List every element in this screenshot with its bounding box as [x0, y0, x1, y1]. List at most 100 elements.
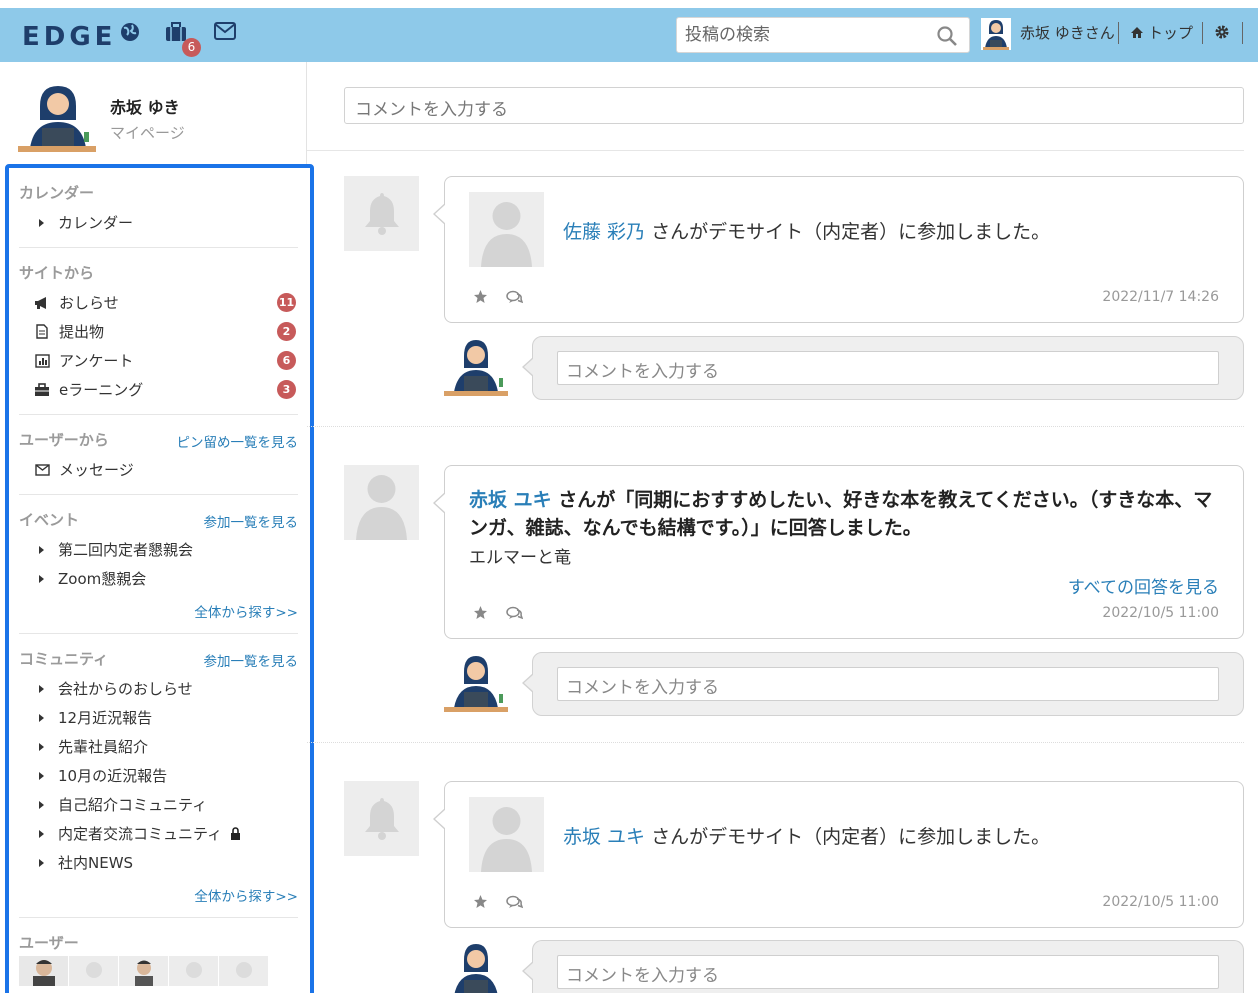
post-date: 2022/11/7 14:26 — [1102, 289, 1219, 305]
sidebar-item-submissions[interactable]: 提出物 2 — [19, 317, 298, 346]
item-label: おしらせ — [59, 294, 119, 312]
divider — [1202, 22, 1203, 44]
comment-input[interactable]: コメントを入力する — [557, 667, 1219, 701]
count-badge: 2 — [277, 322, 296, 341]
user-thumbnail[interactable] — [219, 956, 269, 986]
community-item[interactable]: 社内NEWS — [19, 848, 298, 877]
profile-avatar[interactable] — [18, 84, 96, 152]
star-icon[interactable] — [473, 894, 488, 913]
comment-icon[interactable] — [506, 605, 524, 624]
post-message: さんが「同期におすすめしたい、好きな本を教えてください。（すきな本、マンガ、雑誌… — [469, 489, 1213, 539]
event-item[interactable]: Zoom懇親会 — [19, 564, 298, 593]
globe-icon[interactable] — [120, 22, 142, 44]
comment-bubble: コメントを入力する — [522, 336, 1244, 400]
mypage-link[interactable]: マイページ — [110, 122, 185, 143]
community-item[interactable]: 会社からのおしらせ — [19, 674, 298, 703]
search-icon[interactable] — [937, 26, 957, 50]
sidebar-item-survey[interactable]: アンケート 6 — [19, 346, 298, 375]
comment-input[interactable]: コメントを入力する — [344, 87, 1244, 124]
user-link[interactable]: 佐藤 彩乃 — [563, 221, 645, 243]
sidebar-item-elearning[interactable]: eラーニング 3 — [19, 375, 298, 404]
item-label: 10月の近況報告 — [58, 767, 168, 785]
caret-right-icon — [39, 742, 44, 751]
community-item[interactable]: 10月の近況報告 — [19, 761, 298, 790]
briefcase-icon — [33, 382, 51, 397]
logo[interactable]: EDGE — [22, 22, 116, 52]
calendar-section: カレンダー カレンダー — [19, 168, 298, 248]
sidebar-item-notice[interactable]: おしらせ 11 — [19, 288, 298, 317]
post-actions — [473, 289, 524, 308]
count-badge: 11 — [277, 293, 296, 312]
item-label: eラーニング — [59, 381, 144, 399]
caret-right-icon — [39, 858, 44, 867]
megaphone-icon — [33, 296, 51, 310]
caret-right-icon — [39, 684, 44, 693]
caret-right-icon — [39, 771, 44, 780]
user-thumbnail[interactable] — [169, 956, 219, 986]
caret-right-icon — [39, 713, 44, 722]
top-header: EDGE 6 赤坂 ゆきさん トップ — [0, 0, 1258, 62]
notification-bell-icon — [344, 176, 419, 251]
community-participation-link[interactable]: 参加一覧を見る — [204, 650, 299, 670]
divider — [307, 742, 1244, 743]
section-title: サイトから — [19, 264, 95, 282]
divider — [1118, 22, 1119, 44]
default-avatar[interactable] — [469, 797, 544, 872]
user-thumbnail[interactable] — [119, 956, 169, 986]
comment-icon[interactable] — [506, 894, 524, 913]
user-thumbnail[interactable] — [69, 956, 119, 986]
community-search-all-link[interactable]: 全体から探す>> — [19, 877, 298, 917]
community-item[interactable]: 先輩社員紹介 — [19, 732, 298, 761]
comment-bubble: コメントを入力する — [522, 940, 1244, 993]
sidebar-item-calendar[interactable]: カレンダー — [19, 208, 298, 237]
item-label: 会社からのおしらせ — [58, 680, 193, 698]
pinned-list-link[interactable]: ピン留め一覧を見る — [177, 431, 299, 451]
sidebar-item-message[interactable]: メッセージ — [19, 455, 298, 484]
default-avatar[interactable] — [469, 192, 544, 267]
comment-input[interactable]: コメントを入力する — [557, 955, 1219, 989]
caret-right-icon — [39, 218, 44, 227]
community-item[interactable]: 12月近況報告 — [19, 703, 298, 732]
caret-right-icon — [39, 800, 44, 809]
post-card: 赤坂 ユキ さんが「同期におすすめしたい、好きな本を教えてください。（すきな本、… — [433, 465, 1244, 639]
star-icon[interactable] — [473, 289, 488, 308]
comment-input[interactable]: コメントを入力する — [557, 351, 1219, 385]
event-item[interactable]: 第二回内定者懇親会 — [19, 535, 298, 564]
top-link[interactable]: トップ — [1130, 22, 1193, 43]
item-label: カレンダー — [58, 214, 134, 232]
post-card: 佐藤 彩乃 さんがデモサイト（内定者）に参加しました。 2022/11/7 14… — [433, 176, 1244, 323]
event-search-all-link[interactable]: 全体から探す>> — [19, 593, 298, 633]
item-label: Zoom懇親会 — [58, 570, 147, 588]
bar-chart-icon — [33, 353, 51, 368]
users-section: ユーザー — [19, 918, 298, 986]
header-username[interactable]: 赤坂 ゆきさん — [1020, 22, 1115, 43]
event-participation-link[interactable]: 参加一覧を見る — [204, 511, 299, 531]
comment-icon[interactable] — [506, 289, 524, 308]
default-avatar[interactable] — [344, 465, 419, 540]
comment-bubble: コメントを入力する — [522, 652, 1244, 716]
community-item[interactable]: 自己紹介コミュニティ — [19, 790, 298, 819]
caret-right-icon — [39, 829, 44, 838]
star-icon[interactable] — [473, 605, 488, 624]
item-label: メッセージ — [59, 461, 134, 479]
user-link[interactable]: 赤坂 ユキ — [469, 489, 552, 511]
search-input[interactable] — [677, 18, 927, 52]
divider — [307, 426, 1244, 427]
home-icon — [1131, 27, 1143, 38]
user-avatar[interactable] — [981, 18, 1011, 50]
all-answers-link[interactable]: すべての回答を見る — [1068, 573, 1219, 598]
community-section: コミュニティ 参加一覧を見る 会社からのおしらせ 12月近況報告 先輩社員紹介 … — [19, 634, 298, 918]
community-item[interactable]: 内定者交流コミュニティ — [19, 819, 298, 848]
user-thumbnail[interactable] — [19, 956, 69, 986]
item-label: 12月近況報告 — [58, 709, 153, 727]
gear-icon[interactable] — [1214, 24, 1230, 44]
post-text: 赤坂 ユキ さんが「同期におすすめしたい、好きな本を教えてください。（すきな本、… — [469, 486, 1213, 542]
post-text: 赤坂 ユキ さんがデモサイト（内定者）に参加しました。 — [563, 822, 1050, 849]
answer-text: エルマーと竜 — [469, 548, 571, 568]
commenter-avatar — [444, 654, 508, 712]
user-link[interactable]: 赤坂 ユキ — [563, 826, 645, 848]
lock-icon — [230, 827, 241, 840]
profile-name[interactable]: 赤坂 ゆき — [110, 94, 180, 118]
commenter-avatar — [444, 338, 508, 396]
mail-icon[interactable] — [214, 22, 236, 44]
